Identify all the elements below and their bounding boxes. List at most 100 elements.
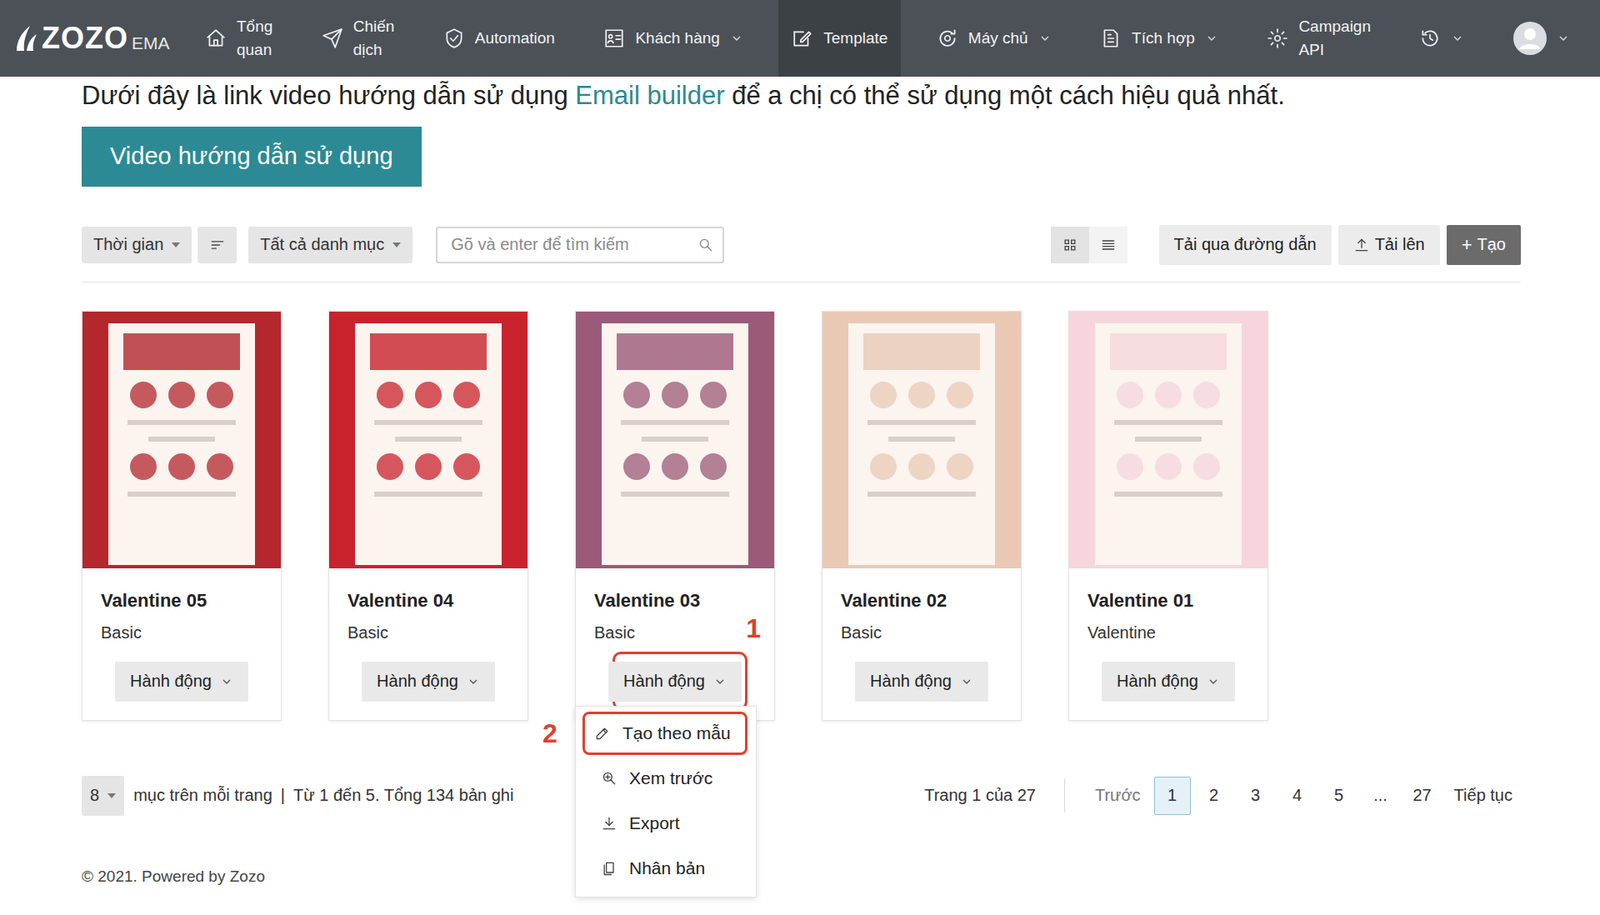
list-icon — [1100, 236, 1117, 254]
action-button[interactable]: Hành động — [855, 661, 989, 702]
nav-item[interactable]: Máy chủ — [923, 0, 1065, 77]
video-guide-button[interactable]: Video hướng dẫn sử dụng — [81, 126, 422, 187]
nav-item[interactable]: Tổng quan — [191, 0, 286, 77]
caret-icon — [171, 242, 180, 248]
menu-item[interactable]: Xem trước — [582, 756, 748, 800]
upload-button[interactable]: Tải lên — [1338, 225, 1440, 265]
logo-text: ZOZO — [41, 20, 129, 56]
toolbar: Thời gian Tất cả danh mục Gõ và enter để t… — [81, 225, 1521, 283]
category-filter[interactable]: Tất cả danh mục — [248, 226, 413, 264]
template-name: Valentine 03 — [594, 590, 756, 612]
pagination: 8mục trên mỗi trang|Từ 1 đến 5. Tổng 134… — [81, 775, 1521, 816]
template-name: Valentine 05 — [100, 590, 263, 612]
chevron-icon — [1450, 31, 1465, 45]
history-menu[interactable] — [1405, 0, 1478, 77]
footer: © 2021. Powered by Zozo — [81, 867, 1521, 903]
content: Dưới đây là link video hướng dẫn sử dụng… — [0, 80, 1600, 903]
list-view-button[interactable] — [1089, 226, 1128, 264]
logo[interactable]: ZOZOEMA — [13, 0, 170, 77]
page-button[interactable]: 27 — [1404, 776, 1441, 815]
logo-icon — [13, 24, 39, 53]
users-icon — [603, 27, 625, 50]
page-button[interactable]: 1 — [1154, 776, 1191, 815]
template-card: Valentine 04BasicHành động — [328, 310, 529, 721]
chevron-icon — [1556, 31, 1570, 45]
zoom-icon — [600, 770, 618, 787]
nav-label: Tổng quan — [236, 15, 273, 61]
grid-icon — [1061, 236, 1079, 254]
template-thumbnail[interactable] — [329, 311, 528, 569]
prev-button[interactable]: Trước — [1086, 785, 1150, 805]
page-button[interactable]: ... — [1362, 776, 1400, 815]
nav-item[interactable]: Automation — [430, 0, 569, 77]
email-builder-link[interactable]: Email builder — [575, 80, 725, 110]
sort-button[interactable] — [197, 226, 237, 264]
link-upload-button[interactable]: Tải qua đường dẫn — [1159, 225, 1332, 265]
chevron-icon — [1038, 31, 1052, 45]
logo-suffix: EMA — [131, 33, 170, 54]
chevron-icon — [960, 675, 974, 689]
chevron-icon — [1205, 31, 1219, 45]
caret-icon — [392, 242, 401, 248]
intro-text: Dưới đây là link video hướng dẫn sử dụng… — [81, 80, 1521, 113]
page-button[interactable]: 5 — [1320, 776, 1358, 815]
next-button[interactable]: Tiếp tục — [1445, 785, 1521, 805]
time-filter[interactable]: Thời gian — [81, 226, 192, 264]
plug-icon — [1100, 27, 1122, 50]
upload-icon — [1353, 236, 1370, 254]
per-page-select[interactable]: 8 — [81, 775, 125, 816]
avatar-icon — [1513, 21, 1547, 55]
top-nav: ZOZOEMA Tổng quan Chiến dịch Automation Khác… — [0, 0, 1600, 77]
action-button[interactable]: Hành động — [608, 661, 742, 702]
template-thumbnail[interactable] — [822, 311, 1021, 569]
create-button[interactable]: +Tạo — [1446, 225, 1521, 265]
template-name: Valentine 01 — [1087, 590, 1250, 612]
action-button[interactable]: Hành động — [361, 661, 495, 702]
template-card: Valentine 02 Basic Hành động — [821, 310, 1022, 721]
record-summary: Từ 1 đến 5. Tổng 134 bản ghi — [293, 785, 514, 805]
menu-item[interactable]: Export — [582, 801, 748, 845]
template-thumbnail[interactable] — [575, 311, 775, 569]
template-category: Basic — [347, 623, 510, 643]
chevron-icon — [466, 675, 480, 689]
template-grid: Valentine 05BasicHành độngValentine 04Ba… — [81, 310, 1521, 721]
template-category: Basic — [594, 623, 756, 643]
caret-icon — [107, 793, 116, 799]
template-name: Valentine 02 — [840, 590, 1003, 612]
send-icon — [321, 27, 344, 50]
action-button[interactable]: Hành động — [1101, 661, 1235, 702]
separator: | — [280, 785, 285, 805]
nav-label: Automation — [475, 26, 555, 50]
nav-item[interactable]: Template — [778, 0, 901, 77]
action-button[interactable]: Hành động — [115, 661, 249, 702]
nav-item[interactable]: Chiến dịch — [308, 0, 409, 77]
menu-item[interactable]: Nhân bản — [582, 846, 748, 890]
home-icon — [205, 27, 227, 50]
download-icon — [600, 815, 618, 832]
history-icon — [1419, 27, 1441, 50]
action-menu: 2Tạo theo mẫuXem trướcExportNhân bản — [575, 705, 757, 898]
nav-label: Template — [823, 26, 888, 50]
page-button[interactable]: 3 — [1237, 776, 1275, 815]
nav-item[interactable]: Khách hàng — [590, 0, 756, 77]
search-field[interactable]: Gõ và enter để tìm kiếm — [435, 226, 725, 264]
chevron-icon — [1206, 675, 1220, 689]
server-icon — [936, 27, 959, 50]
template-category: Basic — [100, 623, 263, 643]
step-label: 2 — [542, 720, 558, 747]
menu-item[interactable]: Tạo theo mẫu — [582, 711, 748, 755]
nav-item[interactable]: Campaign API — [1253, 0, 1385, 77]
grid-view-button[interactable] — [1050, 226, 1090, 264]
nav-label: Tích hợp — [1131, 26, 1195, 50]
template-category: Basic — [840, 623, 1003, 643]
page-button[interactable]: 4 — [1279, 776, 1316, 815]
chevron-icon — [713, 675, 727, 689]
template-thumbnail[interactable] — [82, 311, 281, 569]
page-button[interactable]: 2 — [1195, 776, 1233, 815]
search-icon — [697, 236, 715, 254]
nav-label: Chiến dịch — [353, 15, 395, 61]
nav-item[interactable]: Tích hợp — [1086, 0, 1232, 77]
page: ZOZOEMA Tổng quan Chiến dịch Automation Khác… — [0, 0, 1600, 915]
user-menu[interactable] — [1500, 0, 1584, 77]
template-thumbnail[interactable] — [1069, 311, 1268, 569]
